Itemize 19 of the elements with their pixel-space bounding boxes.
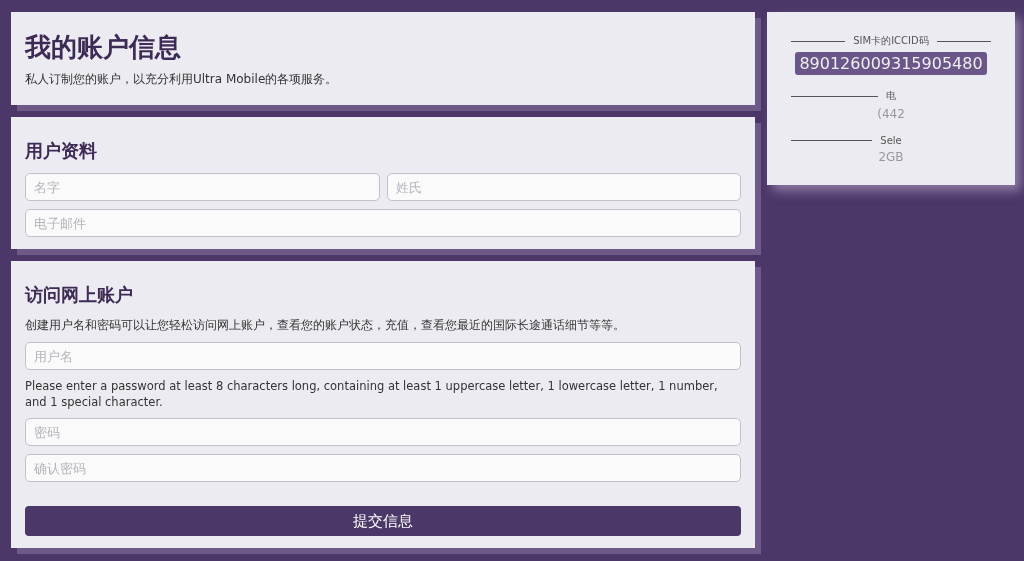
page-subtitle: 私人订制您的账户，以充分利用Ultra Mobile的各项服务。 <box>25 71 339 88</box>
password-field[interactable]: 密码 <box>25 418 741 446</box>
info-value: (442 <box>877 107 905 121</box>
password-hint: Please enter a password at least 8 characters long, containing at least 1 uppercase letter, 1 lowercase letter, 1 number, and 1 special character. <box>25 378 719 410</box>
email-field[interactable]: 电子邮件 <box>25 209 741 237</box>
confirm-password-field[interactable]: 确认密码 <box>25 454 741 482</box>
info-label: SIM卡的ICCID码 <box>853 34 929 48</box>
section-description: 创建用户名和密码可以让您轻松访问网上账户，查看您的账户状态，充值，查看您最近的国际长途通话细节等等。 <box>25 317 626 334</box>
username-field[interactable]: 用户名 <box>25 342 741 370</box>
section-title: 访问网上账户 <box>25 283 134 307</box>
info-label: 电 <box>886 89 896 103</box>
info-label: Sele <box>880 135 902 146</box>
section-title: 用户资料 <box>25 139 98 163</box>
info-value: 890126009315905480 <box>795 52 987 75</box>
submit-button[interactable]: 提交信息 <box>25 506 741 536</box>
page-title: 我的账户信息 <box>25 31 182 64</box>
info-value: 2GB <box>878 150 904 164</box>
first-name-field[interactable]: 名字 <box>25 173 380 201</box>
last-name-field[interactable]: 姓氏 <box>386 173 741 201</box>
